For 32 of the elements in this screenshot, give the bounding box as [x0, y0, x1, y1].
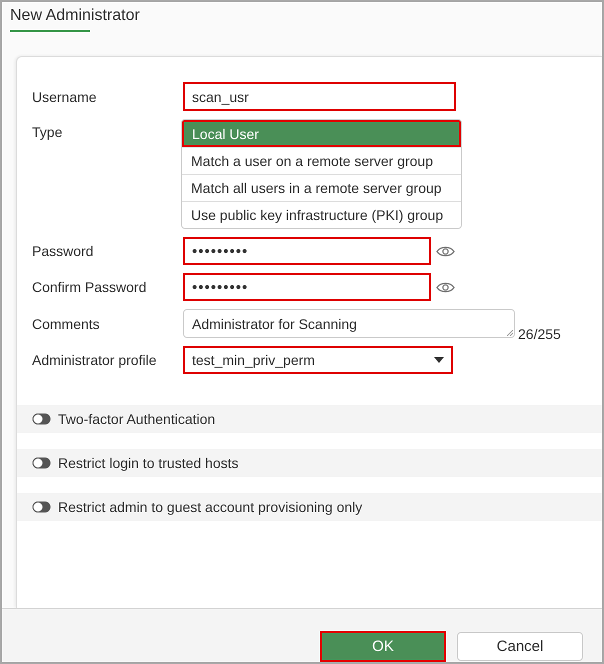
- section-header[interactable]: Restrict login to trusted hosts: [17, 449, 602, 477]
- profile-dropdown[interactable]: test_min_priv_perm: [183, 346, 453, 374]
- character-counter: 26/255: [518, 327, 561, 341]
- password-field[interactable]: •••••••••: [183, 237, 431, 265]
- section-label: Restrict login to trusted hosts: [58, 455, 239, 471]
- password-field[interactable]: •••••••••: [183, 273, 431, 301]
- caret-icon: [434, 357, 444, 363]
- section-label: Restrict admin to guest account provisioning only: [58, 499, 362, 515]
- field-label: Type: [32, 123, 64, 142]
- field-label: Password: [32, 243, 94, 259]
- eye-icon[interactable]: [436, 244, 455, 258]
- resize-grip-icon[interactable]: [507, 330, 513, 336]
- type-option[interactable]: Match a user on a remote server group: [182, 147, 461, 174]
- field-label: Comments: [32, 316, 101, 332]
- window-title: New Administrator: [10, 6, 140, 26]
- comments-field[interactable]: Administrator for Scanning: [183, 309, 515, 338]
- cancel-button[interactable]: Cancel: [457, 632, 583, 661]
- username-field[interactable]: scan_usr: [183, 82, 456, 111]
- ok-button[interactable]: OK: [320, 631, 446, 662]
- section-header[interactable]: Restrict admin to guest account provisioning only: [17, 493, 602, 521]
- type-option[interactable]: Match all users in a remote server group: [182, 174, 461, 201]
- type-option[interactable]: Use public key infrastructure (PKI) group: [182, 201, 461, 228]
- field-label: Username: [32, 88, 98, 104]
- field-label: Confirm Password: [32, 279, 148, 295]
- field-label: Administrator profile: [32, 352, 158, 368]
- toggle-switch[interactable]: [32, 457, 51, 469]
- eye-icon[interactable]: [436, 280, 455, 294]
- section-header[interactable]: Two-factor Authentication: [17, 405, 602, 433]
- section-label: Two-factor Authentication: [58, 411, 216, 427]
- toggle-switch[interactable]: [32, 501, 51, 513]
- toggle-switch[interactable]: [32, 413, 51, 425]
- type-option[interactable]: Local User: [182, 120, 461, 147]
